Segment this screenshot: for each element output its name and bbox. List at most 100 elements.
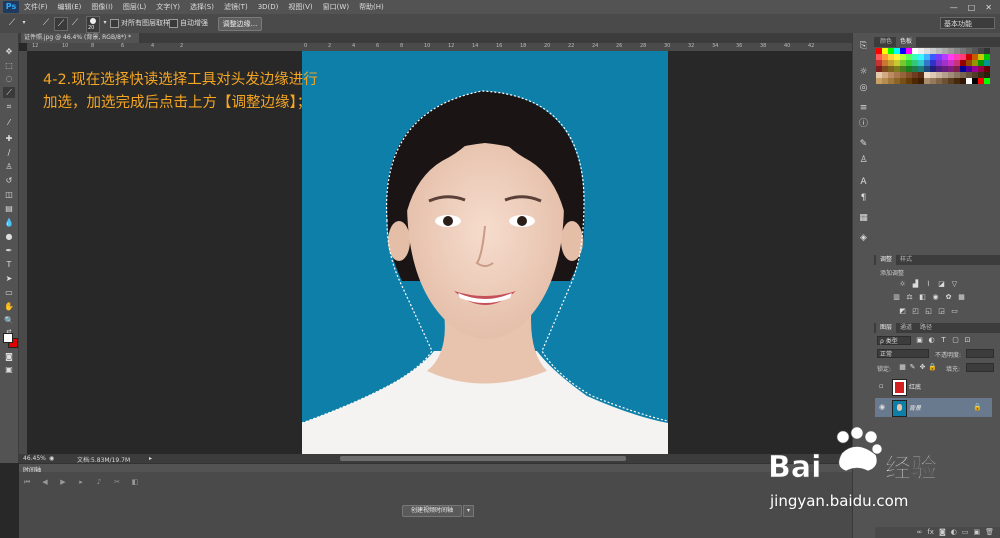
quick-mask-icon[interactable]: ◙ (3, 351, 15, 362)
move-tool-icon[interactable]: ✥ (3, 46, 15, 57)
lock-position-icon[interactable]: ✥ (918, 363, 927, 372)
previous-frame-icon[interactable]: ◀ (40, 477, 50, 487)
clone-stamp-icon[interactable]: ♙ (3, 161, 15, 172)
create-video-timeline-button[interactable]: 创建视频时间轴 (402, 505, 462, 517)
swatches-tab[interactable]: 色板 (896, 37, 917, 47)
filter-pixel-icon[interactable]: ▣ (915, 336, 924, 345)
gradient-map-icon[interactable]: ▭ (950, 307, 959, 316)
document-tab[interactable]: 证件照.jpg @ 46.4% (背景, RGB/8*) * × (21, 33, 139, 51)
history-icon[interactable]: ⎘ (857, 41, 870, 52)
canvas-area[interactable]: 4-2.现在选择快读选择工具对头发边缘进行 加选，加选完成后点击上方【调整边缘】… (27, 51, 852, 454)
fill-field[interactable] (966, 363, 994, 372)
minimize-button[interactable]: — (950, 3, 958, 12)
new-group-icon[interactable]: ▭ (962, 527, 969, 538)
brightness-icon[interactable]: ☼ (898, 280, 907, 289)
filter-adjustment-icon[interactable]: ◐ (927, 336, 936, 345)
maximize-button[interactable]: □ (968, 3, 976, 12)
rectangle-tool-icon[interactable]: ▭ (3, 287, 15, 298)
tool-preset-dropdown-icon[interactable]: ▾ (18, 17, 30, 29)
quick-selection-tool-icon[interactable]: ⟋ (6, 17, 18, 29)
workspace-select[interactable]: 基本功能 (940, 17, 995, 29)
eyedropper-tool-icon[interactable]: ⁄ (3, 117, 15, 128)
menu-image[interactable]: 图像(I) (86, 0, 118, 14)
levels-icon[interactable]: ▟ (911, 280, 920, 289)
sample-all-layers-checkbox[interactable] (110, 19, 119, 28)
curves-icon[interactable]: ⌇ (924, 280, 933, 289)
invert-icon[interactable]: ◩ (898, 307, 907, 316)
exposure-icon[interactable]: ◪ (937, 280, 946, 289)
healing-brush-icon[interactable]: ✚ (3, 133, 15, 144)
selective-color-icon[interactable]: ◲ (937, 307, 946, 316)
vibrance-icon[interactable]: ▽ (950, 280, 959, 289)
delete-layer-icon[interactable]: 🗑 (985, 527, 994, 538)
filter-type-icon[interactable]: T (939, 336, 948, 345)
menu-type[interactable]: 文字(Y) (151, 0, 185, 14)
eye-icon[interactable]: ◉ (879, 403, 885, 411)
layer-name[interactable]: 红底 (909, 382, 921, 391)
color-swatch[interactable] (984, 78, 990, 84)
timeline-mode-dropdown-icon[interactable]: ▾ (463, 505, 474, 517)
zoom-level[interactable]: 46.45% (23, 455, 46, 462)
color-tab[interactable]: 颜色 (876, 37, 896, 47)
lasso-tool-icon[interactable]: ◌ (3, 73, 15, 84)
zoom-tool-icon[interactable]: 🔍 (3, 315, 15, 326)
history-brush-icon[interactable]: ↺ (3, 175, 15, 186)
close-button[interactable]: ✕ (985, 3, 992, 12)
adjustments-tab[interactable]: 调整 (876, 255, 897, 265)
new-adjustment-icon[interactable]: ◐ (951, 527, 957, 538)
color-balance-icon[interactable]: ⚖ (905, 293, 914, 302)
filter-smart-icon[interactable]: ⊡ (963, 336, 972, 345)
quick-selection-tool-icon[interactable]: ⟋ (3, 87, 15, 98)
hand-tool-icon[interactable]: ✋ (3, 301, 15, 312)
new-selection-icon[interactable]: ⟋ (40, 17, 52, 29)
foreground-color-swatch[interactable] (3, 333, 13, 343)
refine-edge-button[interactable]: 调整边缘... (218, 17, 262, 31)
posterize-icon[interactable]: ◰ (911, 307, 920, 316)
channel-mixer-icon[interactable]: ✿ (944, 293, 953, 302)
photo-filter-icon[interactable]: ◉ (931, 293, 940, 302)
layer-filter-select[interactable]: ρ 类型 (877, 336, 911, 345)
properties-icon[interactable]: ≡ (857, 103, 870, 114)
layer-row[interactable]: ▫ 红底 (875, 377, 992, 396)
eraser-tool-icon[interactable]: ◫ (3, 189, 15, 200)
menu-window[interactable]: 窗口(W) (318, 0, 354, 14)
brush-presets-icon[interactable]: ◎ (857, 83, 870, 94)
paragraph-icon[interactable]: ¶ (857, 193, 870, 204)
path-selection-icon[interactable]: ➤ (3, 273, 15, 284)
lock-transparent-icon[interactable]: ▦ (898, 363, 907, 372)
dodge-tool-icon[interactable]: ● (3, 231, 15, 242)
lock-all-icon[interactable]: 🔒 (928, 363, 937, 372)
status-menu-arrow-icon[interactable]: ▸ (149, 455, 152, 462)
gradient-tool-icon[interactable]: ▤ (3, 203, 15, 214)
horizontal-scrollbar[interactable] (340, 456, 626, 461)
threshold-icon[interactable]: ◱ (924, 307, 933, 316)
brush-panel-icon[interactable]: ✎ (857, 139, 870, 150)
menu-select[interactable]: 选择(S) (185, 0, 219, 14)
menu-view[interactable]: 视图(V) (283, 0, 317, 14)
blur-tool-icon[interactable]: 💧 (3, 217, 15, 228)
type-tool-icon[interactable]: T (3, 259, 15, 270)
auto-enhance-checkbox[interactable] (169, 19, 178, 28)
layer-row-selected[interactable]: ◉ 背景 🔒 (875, 398, 992, 417)
black-white-icon[interactable]: ◧ (918, 293, 927, 302)
menu-edit[interactable]: 编辑(E) (53, 0, 87, 14)
layer-comps-icon[interactable]: ▦ (857, 213, 870, 224)
layers-tab[interactable]: 图层 (876, 323, 897, 333)
3d-icon[interactable]: ◈ (857, 233, 870, 244)
link-layers-icon[interactable]: ∞ (917, 527, 923, 538)
screen-mode-icon[interactable]: ▣ (3, 364, 15, 375)
status-info-icon[interactable]: ◉ (49, 455, 54, 462)
color-lookup-icon[interactable]: ▦ (957, 293, 966, 302)
play-icon[interactable]: ▶ (58, 477, 68, 487)
styles-tab[interactable]: 样式 (896, 255, 916, 265)
layer-mask-icon[interactable]: ◙ (939, 527, 946, 538)
split-icon[interactable]: ✂ (112, 477, 122, 487)
layer-visibility-toggle[interactable]: ▫ (879, 382, 884, 390)
menu-3d[interactable]: 3D(D) (253, 0, 284, 14)
hue-saturation-icon[interactable]: ▥ (892, 293, 901, 302)
audio-icon[interactable]: ♪ (94, 477, 104, 487)
layer-style-icon[interactable]: fx (927, 527, 934, 538)
brush-picker[interactable]: 20 (86, 16, 100, 33)
menu-layer[interactable]: 图层(L) (118, 0, 151, 14)
paths-tab[interactable]: 路径 (916, 323, 936, 333)
